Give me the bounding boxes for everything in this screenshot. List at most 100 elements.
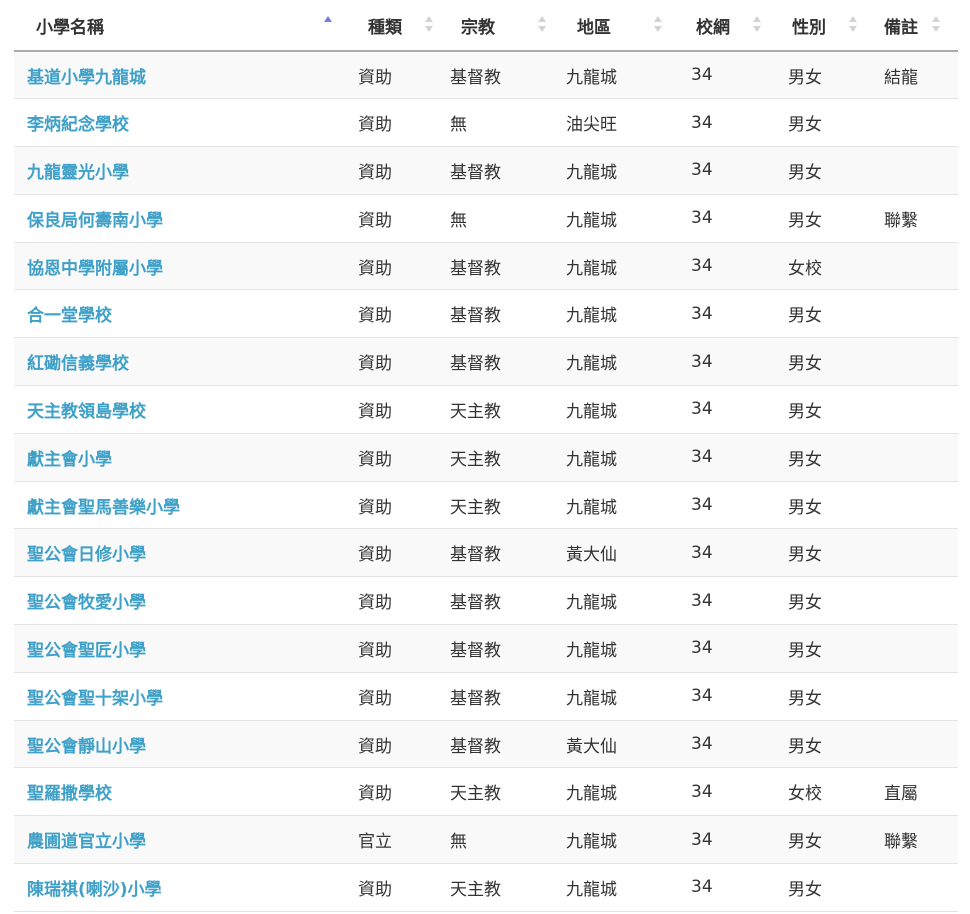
school-name-link[interactable]: 九龍靈光小學 <box>27 163 129 183</box>
cell-text-district: 黃大仙 <box>566 736 617 757</box>
column-header-net[interactable]: 校網 <box>682 0 779 52</box>
cell-gender: 男女 <box>779 624 875 673</box>
sort-both-icon[interactable] <box>849 13 859 35</box>
school-name-link[interactable]: 天主教領島學校 <box>27 402 146 422</box>
cell-name: 獻主會聖馬善樂小學 <box>14 481 354 530</box>
sort-both-icon[interactable] <box>425 13 435 35</box>
table-row[interactable]: 獻主會小學 資助 天主教 九龍城 34 男女 <box>14 433 958 482</box>
school-name-link[interactable]: 聖公會聖十架小學 <box>27 689 163 709</box>
cell-text-type: 資助 <box>358 879 392 900</box>
cell-text-gender: 男女 <box>788 115 822 136</box>
table-row[interactable]: 紅磡信義學校 資助 基督教 九龍城 34 男女 <box>14 337 958 387</box>
table-row[interactable]: 陳瑞祺(喇沙)小學 資助 天主教 九龍城 34 男女 <box>14 863 958 912</box>
table-row[interactable]: 天主教領島學校 資助 天主教 九龍城 34 男女 <box>14 385 958 434</box>
cell-text-religion: 無 <box>450 832 467 853</box>
table-row[interactable]: 農圃道官立小學 官立 無 九龍城 34 男女 聯繫 <box>14 815 958 865</box>
cell-remarks: 聯繫 <box>875 815 958 865</box>
school-name-link[interactable]: 李炳紀念學校 <box>27 115 129 135</box>
column-header-remarks[interactable]: 備註 <box>875 0 958 52</box>
table-body: 基道小學九龍城 資助 基督教 九龍城 34 男女 結龍 李炳紀念學校 資助無油尖旺 34 男女 九龍靈… <box>14 51 958 912</box>
sort-both-icon[interactable] <box>538 13 548 35</box>
cell-text-religion: 基督教 <box>450 593 501 614</box>
cell-name: 陳瑞祺(喇沙)小學 <box>14 863 354 912</box>
cell-religion: 基督教 <box>450 337 566 387</box>
table-row[interactable]: 聖公會靜山小學 資助 基督教 黃大仙 34 男女 <box>14 720 958 769</box>
column-header-district[interactable]: 地區 <box>566 0 682 52</box>
school-name-link[interactable]: 聖公會牧愛小學 <box>27 593 146 613</box>
column-header-type[interactable]: 種類 <box>354 0 450 52</box>
table-row[interactable]: 協恩中學附屬小學 資助 基督教 九龍城 34 女校 <box>14 242 958 291</box>
cell-text-religion: 天主教 <box>450 449 501 470</box>
cell-text-net: 34 <box>691 399 713 420</box>
cell-text-type: 資助 <box>358 545 392 566</box>
cell-religion: 基督教 <box>450 51 566 100</box>
school-name-link[interactable]: 基道小學九龍城 <box>27 68 146 88</box>
sort-both-icon[interactable] <box>932 13 942 35</box>
cell-net: 34 <box>682 720 779 769</box>
cell-text-district: 九龍城 <box>566 67 617 88</box>
table-row[interactable]: 聖公會聖匠小學 資助 基督教 九龍城 34 男女 <box>14 624 958 673</box>
cell-name: 聖羅撒學校 <box>14 767 354 817</box>
column-header-gender[interactable]: 性別 <box>779 0 875 52</box>
table-row[interactable]: 聖公會聖十架小學 資助 基督教 九龍城 34 男女 <box>14 672 958 721</box>
cell-religion: 基督教 <box>450 289 566 339</box>
cell-remarks <box>875 720 958 769</box>
school-name-link[interactable]: 聖羅撒學校 <box>27 784 112 804</box>
school-table-container: 小學名稱 種類 宗教 地區 校網 性別 備註 基道小學九龍城 資助 基督教 九龍城 34 男女 結龍 李炳… <box>14 0 958 912</box>
table-row[interactable]: 聖公會日修小學 資助 基督教 黃大仙 34 男女 <box>14 528 958 578</box>
cell-text-net: 34 <box>691 303 713 324</box>
cell-text-type: 資助 <box>358 401 392 422</box>
cell-text-district: 九龍城 <box>566 688 617 709</box>
school-name-link[interactable]: 聖公會靜山小學 <box>27 737 146 757</box>
sort-both-icon[interactable] <box>654 13 664 35</box>
cell-religion: 基督教 <box>450 528 566 578</box>
school-name-link[interactable]: 農圃道官立小學 <box>27 832 146 852</box>
cell-text-religion: 基督教 <box>450 67 501 88</box>
school-name-link[interactable]: 保良局何壽南小學 <box>27 211 163 231</box>
column-header-name[interactable]: 小學名稱 <box>14 0 354 52</box>
table-row[interactable]: 聖羅撒學校 資助 天主教 九龍城 34 女校 直屬 <box>14 767 958 817</box>
cell-district: 九龍城 <box>566 767 682 817</box>
table-row[interactable]: 獻主會聖馬善樂小學 資助 天主教 九龍城 34 男女 <box>14 481 958 530</box>
school-name-link[interactable]: 紅磡信義學校 <box>27 354 129 374</box>
table-row[interactable]: 合一堂學校 資助 基督教 九龍城 34 男女 <box>14 289 958 339</box>
cell-net: 34 <box>682 481 779 530</box>
cell-name: 農圃道官立小學 <box>14 815 354 865</box>
school-name-link[interactable]: 陳瑞祺(喇沙)小學 <box>27 880 162 900</box>
school-name-link[interactable]: 獻主會小學 <box>27 450 112 470</box>
cell-gender: 男女 <box>779 51 875 100</box>
cell-text-religion: 基督教 <box>450 162 501 183</box>
column-header-religion[interactable]: 宗教 <box>450 0 566 52</box>
cell-net: 34 <box>682 672 779 721</box>
cell-net: 34 <box>682 815 779 865</box>
cell-type: 資助 <box>354 433 450 482</box>
cell-gender: 男女 <box>779 385 875 434</box>
school-name-link[interactable]: 合一堂學校 <box>27 306 112 326</box>
table-row[interactable]: 聖公會牧愛小學 資助 基督教 九龍城 34 男女 <box>14 576 958 626</box>
cell-text-type: 資助 <box>358 640 392 661</box>
cell-type: 資助 <box>354 481 450 530</box>
cell-remarks <box>875 672 958 721</box>
school-name-link[interactable]: 聖公會日修小學 <box>27 545 146 565</box>
cell-net: 34 <box>682 194 779 243</box>
school-name-link[interactable]: 聖公會聖匠小學 <box>27 641 146 661</box>
table-row[interactable]: 李炳紀念學校 資助 無 油尖旺 34 男女 <box>14 98 958 148</box>
cell-religion: 無 <box>450 194 566 243</box>
table-row[interactable]: 九龍靈光小學 資助 基督教 九龍城 34 男女 <box>14 146 958 195</box>
cell-net: 34 <box>682 528 779 578</box>
sort-asc-icon[interactable] <box>324 13 334 35</box>
cell-text-gender: 男女 <box>788 306 822 327</box>
school-name-link[interactable]: 獻主會聖馬善樂小學 <box>27 498 180 518</box>
school-name-link[interactable]: 協恩中學附屬小學 <box>27 259 163 279</box>
cell-district: 九龍城 <box>566 433 682 482</box>
cell-text-district: 九龍城 <box>566 784 617 805</box>
cell-text-religion: 基督教 <box>450 545 501 566</box>
table-row[interactable]: 基道小學九龍城 資助 基督教 九龍城 34 男女 結龍 <box>14 51 958 100</box>
cell-text-net: 34 <box>691 256 713 277</box>
sort-both-icon[interactable] <box>753 13 763 35</box>
table-row[interactable]: 保良局何壽南小學 資助 無 九龍城 34 男女 聯繫 <box>14 194 958 243</box>
cell-net: 34 <box>682 385 779 434</box>
cell-gender: 男女 <box>779 146 875 195</box>
cell-district: 九龍城 <box>566 337 682 387</box>
cell-religion: 天主教 <box>450 433 566 482</box>
